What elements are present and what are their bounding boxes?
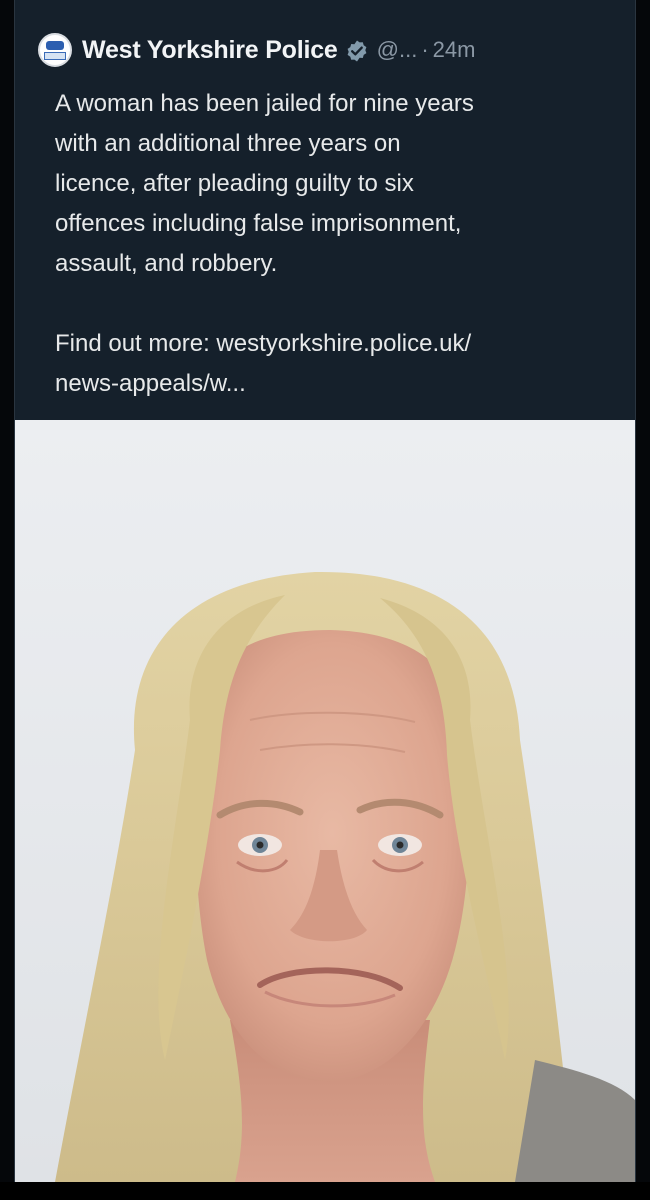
verified-badge-icon (347, 40, 367, 62)
body-line: offences including false imprisonment, (55, 210, 462, 237)
link-line[interactable]: news-appeals/w... (55, 364, 625, 404)
post-card[interactable]: West Yorkshire Police @... · 24m A woman… (14, 0, 636, 1182)
author-handle[interactable]: @... (377, 37, 418, 63)
post-timestamp[interactable]: 24m (433, 37, 476, 63)
screenshot-frame: West Yorkshire Police @... · 24m A woman… (0, 0, 650, 1200)
bottom-bar (0, 1182, 650, 1200)
link-line[interactable]: Find out more: westyorkshire.police.uk/ (55, 324, 625, 364)
author-name[interactable]: West Yorkshire Police (82, 36, 338, 65)
body-line: A woman has been jailed for nine years (55, 90, 474, 117)
header-separator: · (421, 37, 429, 62)
body-line: with an additional three years on (55, 130, 401, 157)
post-body: A woman has been jailed for nine years w… (55, 84, 625, 404)
avatar-band (44, 52, 66, 60)
body-line: assault, and robbery. (55, 250, 278, 277)
post-image[interactable] (15, 420, 635, 1182)
avatar-crest (46, 41, 64, 50)
police-logo-avatar[interactable] (38, 33, 72, 67)
mugshot-photo (15, 420, 635, 1182)
body-line: licence, after pleading guilty to six (55, 170, 414, 197)
post-header: West Yorkshire Police @... · 24m (38, 32, 475, 68)
